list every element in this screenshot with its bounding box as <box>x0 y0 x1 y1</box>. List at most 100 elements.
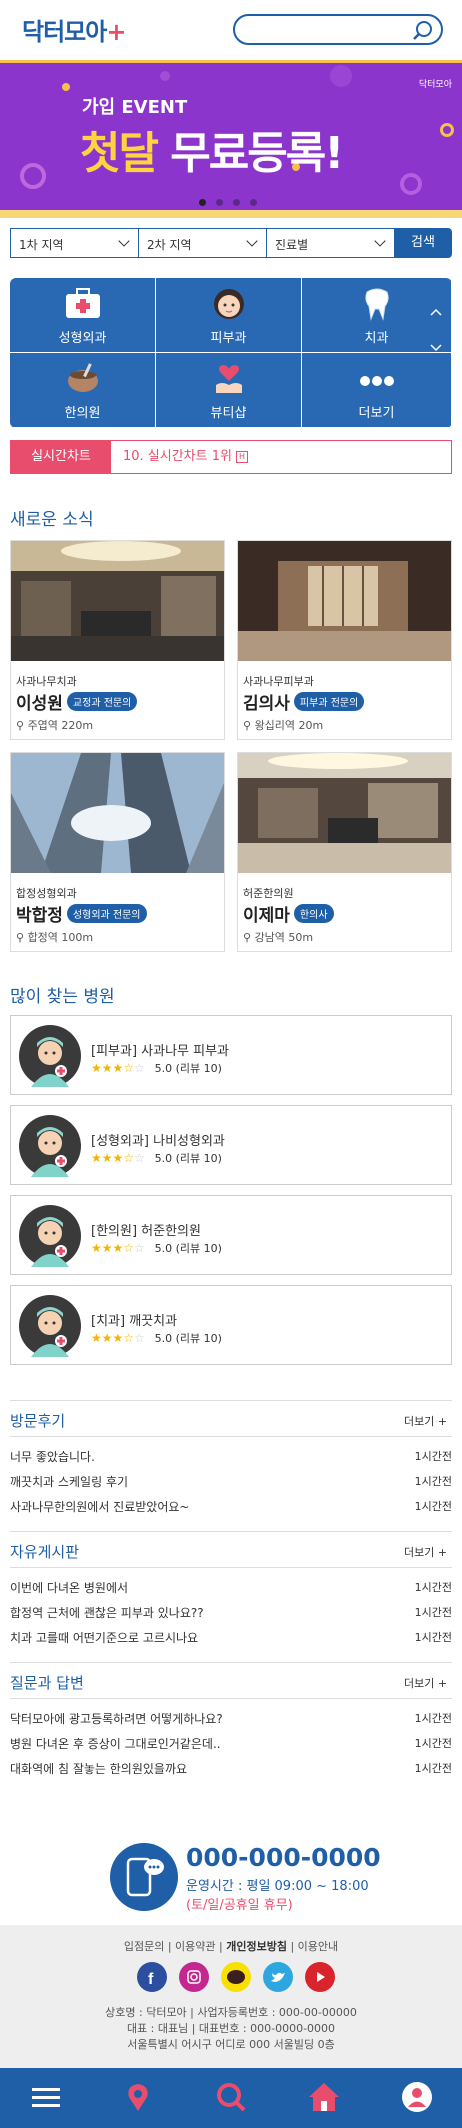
map-pin-icon: ⚲ <box>16 931 25 944</box>
board-post[interactable]: 병원 다녀온 후 증상이 그대로인거같은데.. 1시간전 <box>10 1735 452 1753</box>
category-oriental[interactable]: 한의원 <box>10 353 156 428</box>
footer-link[interactable]: 개인정보방침 <box>226 1940 287 1953</box>
specialty-badge: 피부과 전문의 <box>293 692 365 711</box>
specialty-badge: 한의사 <box>293 904 334 923</box>
carousel-dot[interactable] <box>250 199 257 206</box>
hospital-list-item[interactable]: [피부과] 사과나무 피부과 ★★★☆☆ 5.0 (리뷰 10) <box>10 1015 452 1095</box>
category-scroll-arrows[interactable] <box>428 305 444 355</box>
rating: ★★★☆☆ 5.0 (리뷰 10) <box>91 1061 222 1075</box>
news-card[interactable]: 허준한의원 이제마 한의사 ⚲ 강남역 50m <box>237 752 452 952</box>
news-card[interactable]: 사과나무치과 이성원 교정과 전문의 ⚲ 주엽역 220m <box>10 540 225 740</box>
board-title[interactable]: 방문후기 <box>10 1410 65 1431</box>
location: ⚲ 주엽역 220m <box>16 719 94 732</box>
carousel-dot[interactable] <box>199 199 206 206</box>
board-post[interactable]: 너무 좋았습니다. 1시간전 <box>10 1448 452 1466</box>
board-post[interactable]: 이번에 다녀온 병원에서 1시간전 <box>10 1579 452 1597</box>
hospital-name: 합정성형외과 <box>16 887 77 900</box>
footer-link[interactable]: 이용안내 <box>298 1940 338 1953</box>
company-info: 대표 : 대표님 | 대표번호 : 000-0000-0000 <box>126 2022 336 2035</box>
hospital-list-item[interactable]: [성형외과] 나비성형외과 ★★★☆☆ 5.0 (리뷰 10) <box>10 1105 452 1185</box>
department-select[interactable]: 진료별 <box>266 228 394 258</box>
category-label: 성형외과 <box>58 331 107 346</box>
banner-title: 첫달 무료등록! <box>80 128 344 179</box>
category-beauty[interactable]: 뷰티샵 <box>156 353 302 428</box>
search-icon[interactable] <box>214 2080 248 2114</box>
section-divider <box>10 1698 452 1699</box>
board-post[interactable]: 깨끗치과 스케일링 후기 1시간전 <box>10 1473 452 1491</box>
star-rating-icon: ★★★☆☆ <box>91 1331 145 1345</box>
news-card[interactable]: 사과나무피부과 김의사 피부과 전문의 ⚲ 왕십리역 20m <box>237 540 452 740</box>
region2-select[interactable]: 2차 지역 <box>138 228 266 258</box>
twitter-icon[interactable] <box>263 1962 293 1992</box>
realtime-ticker[interactable]: 10. 실시간차트 1위 H <box>111 441 248 473</box>
contact-hours: 운영시간 : 평일 09:00 ~ 18:00 <box>186 1879 369 1894</box>
hot-badge: H <box>235 450 248 463</box>
doctor-avatar-icon <box>19 1205 81 1267</box>
category-more[interactable]: 더보기 <box>302 353 452 428</box>
board-post[interactable]: 사과나무한의원에서 진료받았어요~ 1시간전 <box>10 1498 452 1516</box>
footer-link[interactable]: 이용약관 <box>175 1940 215 1953</box>
news-card[interactable]: 합정성형외과 박합정 성형외과 전문의 ⚲ 합정역 100m <box>10 752 225 952</box>
kakaotalk-icon[interactable] <box>221 1962 251 1992</box>
carousel-dot[interactable] <box>233 199 240 206</box>
board-post[interactable]: 합정역 근처에 괜찮은 피부과 있나요?? 1시간전 <box>10 1604 452 1622</box>
instagram-icon[interactable] <box>179 1962 209 1992</box>
rating: ★★★☆☆ 5.0 (리뷰 10) <box>91 1151 222 1165</box>
profile-icon[interactable] <box>400 2080 434 2114</box>
post-title: 사과나무한의원에서 진료받았어요~ <box>10 1500 190 1514</box>
category-dermatology[interactable]: 피부과 <box>156 278 302 353</box>
contact-phone[interactable]: 000-000-0000 <box>186 1843 381 1872</box>
carousel-dot[interactable] <box>216 199 223 206</box>
location: ⚲ 강남역 50m <box>243 931 314 944</box>
more-link[interactable]: 더보기 + <box>404 1413 447 1429</box>
board-title[interactable]: 질문과 답변 <box>10 1672 84 1693</box>
hospital-name: [성형외과] 나비성형외과 <box>91 1134 225 1149</box>
board-title[interactable]: 자유게시판 <box>10 1541 79 1562</box>
post-title: 닥터모아에 광고등록하려면 어떻게하나요? <box>10 1712 223 1726</box>
hospital-list-item[interactable]: [치과] 깨끗치과 ★★★☆☆ 5.0 (리뷰 10) <box>10 1285 452 1365</box>
post-time: 1시간전 <box>414 1737 452 1750</box>
post-time: 1시간전 <box>414 1762 452 1775</box>
hospital-name: 허준한의원 <box>243 887 294 900</box>
facebook-icon[interactable]: f <box>137 1962 167 1992</box>
board-post[interactable]: 닥터모아에 광고등록하려면 어떻게하나요? 1시간전 <box>10 1710 452 1728</box>
board-post[interactable]: 치과 고를때 어떤기준으로 고르시나요 1시간전 <box>10 1629 452 1647</box>
location: ⚲ 합정역 100m <box>16 931 94 944</box>
hospital-list-item[interactable]: [한의원] 허준한의원 ★★★☆☆ 5.0 (리뷰 10) <box>10 1195 452 1275</box>
category-plastic-surgery[interactable]: 성형외과 <box>10 278 156 353</box>
youtube-icon[interactable] <box>305 1962 335 1992</box>
logo[interactable]: 닥터모아+ <box>22 12 126 47</box>
carousel-dots <box>199 199 257 206</box>
section-divider <box>10 1400 452 1401</box>
more-dots-icon <box>359 376 394 386</box>
post-title: 이번에 다녀온 병원에서 <box>10 1581 129 1595</box>
hospital-name: [한의원] 허준한의원 <box>91 1224 201 1239</box>
map-pin-icon[interactable] <box>121 2080 155 2114</box>
header: 닥터모아+ <box>0 0 462 60</box>
section-divider <box>10 1436 452 1437</box>
doctor-avatar-icon <box>19 1295 81 1357</box>
event-banner[interactable]: 닥터모아 가입 EVENT 첫달 무료등록! <box>0 60 462 218</box>
category-grid: 성형외과 피부과 치과 한의원 뷰티샵 더보기 <box>10 278 452 428</box>
footer-link[interactable]: 입점문의 <box>124 1940 164 1953</box>
post-time: 1시간전 <box>414 1581 452 1594</box>
realtime-chart-bar[interactable]: 실시간차트 10. 실시간차트 1위 H <box>10 440 452 474</box>
doctor-avatar-icon <box>19 1025 81 1087</box>
home-icon[interactable] <box>307 2080 341 2114</box>
rating: ★★★☆☆ 5.0 (리뷰 10) <box>91 1241 222 1255</box>
menu-icon[interactable] <box>29 2080 63 2114</box>
doctor-name: 이제마 한의사 <box>243 901 334 926</box>
contact-holiday: (토/일/공휴일 휴무) <box>186 1898 293 1913</box>
hospital-name: [피부과] 사과나무 피부과 <box>91 1044 230 1059</box>
post-title: 치과 고를때 어떤기준으로 고르시나요 <box>10 1631 199 1645</box>
search-input[interactable] <box>233 14 443 45</box>
board-post[interactable]: 대화역에 침 잘놓는 한의원있을까요 1시간전 <box>10 1760 452 1778</box>
more-link[interactable]: 더보기 + <box>404 1675 447 1691</box>
region1-select[interactable]: 1차 지역 <box>10 228 138 258</box>
search-icon[interactable] <box>411 19 435 43</box>
tooth-icon <box>364 288 389 321</box>
star-rating-icon: ★★★☆☆ <box>91 1241 145 1255</box>
search-button[interactable]: 검색 <box>394 228 452 258</box>
more-link[interactable]: 더보기 + <box>404 1544 447 1560</box>
chevron-down-icon <box>430 344 442 352</box>
